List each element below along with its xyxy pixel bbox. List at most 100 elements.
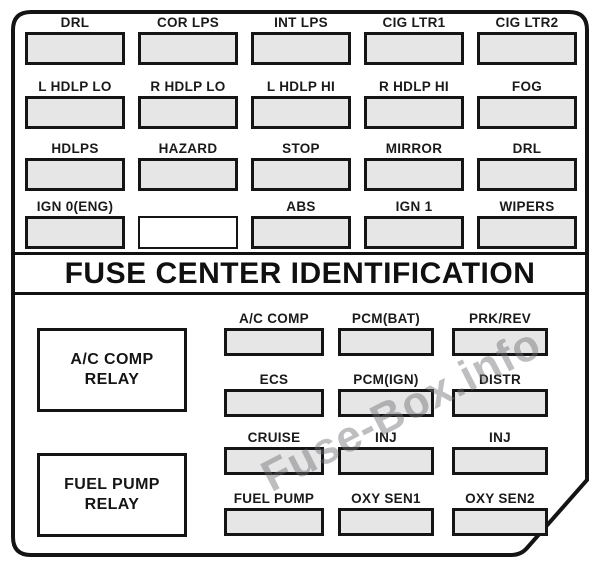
- fuse-slot[interactable]: CIG LTR2: [477, 15, 577, 65]
- fuse-body: [138, 96, 238, 129]
- fuse-slot[interactable]: ECS: [224, 372, 324, 417]
- fuse-body: [452, 447, 548, 475]
- fuse-body: [251, 216, 351, 249]
- fuse-label: IGN 0(ENG): [36, 199, 114, 214]
- fuse-body: [477, 96, 577, 129]
- relay-label-line1: A/C COMP: [70, 351, 154, 368]
- fuse-slot[interactable]: DRL: [25, 15, 125, 65]
- fuse-body: [25, 32, 125, 65]
- fuse-body: [138, 158, 238, 191]
- fuse-body: [364, 32, 464, 65]
- fuse-slot[interactable]: HAZARD: [138, 141, 238, 191]
- fuse-slot[interactable]: MIRROR: [364, 141, 464, 191]
- fuse-body: [452, 508, 548, 536]
- fuse-label: INJ: [489, 430, 511, 445]
- fuse-slot[interactable]: PCM(IGN): [338, 372, 434, 417]
- fuse-body: [364, 216, 464, 249]
- fuse-label: IGN 1: [395, 199, 433, 214]
- fuse-body: [477, 32, 577, 65]
- fuse-label: WIPERS: [499, 199, 555, 214]
- fuse-label: R HDLP HI: [379, 79, 449, 94]
- fuse-label: L HDLP HI: [266, 79, 336, 94]
- fuse-body: [251, 158, 351, 191]
- fuse-label: A/C COMP: [239, 311, 309, 326]
- relay-fuel-pump[interactable]: FUEL PUMP RELAY: [37, 453, 187, 537]
- fuse-slot[interactable]: CIG LTR1: [364, 15, 464, 65]
- fuse-slot[interactable]: HDLPS: [25, 141, 125, 191]
- fuse-label: FOG: [511, 79, 543, 94]
- fuse-label: R HDLP LO: [150, 79, 226, 94]
- fuse-slot[interactable]: FUEL PUMP: [224, 491, 324, 536]
- fuse-body: [251, 96, 351, 129]
- relay-label-line1: FUEL PUMP: [64, 476, 160, 493]
- fuse-slot[interactable]: IGN 1: [364, 199, 464, 249]
- fuse-slot[interactable]: CRUISE: [224, 430, 324, 475]
- fuse-label: HAZARD: [158, 141, 218, 156]
- fuse-label: DISTR: [479, 372, 521, 387]
- fuse-label: MIRROR: [385, 141, 443, 156]
- fuse-slot[interactable]: A/C COMP: [224, 311, 324, 356]
- fuse-label: PRK/REV: [468, 311, 532, 326]
- fuse-slot[interactable]: STOP: [251, 141, 351, 191]
- fuse-label: OXY SEN2: [465, 491, 535, 506]
- fuse-body: [338, 447, 434, 475]
- relay-label-line2: RELAY: [84, 371, 140, 388]
- fuse-body: [338, 389, 434, 417]
- fuse-label: PCM(BAT): [351, 311, 421, 326]
- page-title: FUSE CENTER IDENTIFICATION: [64, 256, 536, 290]
- fuse-body: [224, 447, 324, 475]
- fuse-label: PCM(IGN): [353, 372, 419, 387]
- fuse-body: [25, 96, 125, 129]
- fuse-label: CRUISE: [247, 430, 301, 445]
- fuse-label: DRL: [512, 141, 542, 156]
- fuse-label: STOP: [282, 141, 320, 156]
- fuse-label: CIG LTR1: [382, 15, 446, 30]
- fuse-slot[interactable]: INT LPS: [251, 15, 351, 65]
- fuse-slot[interactable]: R HDLP LO: [138, 79, 238, 129]
- fuse-body: [251, 32, 351, 65]
- fuse-slot[interactable]: IGN 0(ENG): [25, 199, 125, 249]
- fuse-body: [338, 508, 434, 536]
- fuse-slot[interactable]: INJ: [452, 430, 548, 475]
- fuse-label: COR LPS: [156, 15, 220, 30]
- fuse-label: FUEL PUMP: [233, 491, 315, 506]
- fuse-label: INT LPS: [274, 15, 328, 30]
- relay-label-line2: RELAY: [84, 496, 140, 513]
- fuse-label: L HDLP LO: [38, 79, 112, 94]
- fuse-label: CIG LTR2: [495, 15, 559, 30]
- fuse-slot[interactable]: L HDLP LO: [25, 79, 125, 129]
- fuse-label: ECS: [259, 372, 289, 387]
- fuse-slot[interactable]: ABS: [251, 199, 351, 249]
- fuse-slot[interactable]: OXY SEN2: [452, 491, 548, 536]
- fuse-body: [224, 508, 324, 536]
- fuse-slot[interactable]: FOG: [477, 79, 577, 129]
- fuse-slot[interactable]: COR LPS: [138, 15, 238, 65]
- fuse-slot[interactable]: DRL: [477, 141, 577, 191]
- fuse-label: INJ: [375, 430, 397, 445]
- fuse-slot-empty[interactable]: [138, 216, 238, 249]
- fuse-body: [452, 328, 548, 356]
- fuse-body: [452, 389, 548, 417]
- fuse-body: [477, 158, 577, 191]
- fuse-slot[interactable]: L HDLP HI: [251, 79, 351, 129]
- fuse-body: [364, 96, 464, 129]
- fuse-body: [364, 158, 464, 191]
- fuse-label: HDLPS: [51, 141, 99, 156]
- fuse-body: [25, 216, 125, 249]
- fuse-box-diagram: DRL COR LPS INT LPS CIG LTR1 CIG LTR2 L …: [0, 0, 600, 572]
- fuse-slot[interactable]: OXY SEN1: [338, 491, 434, 536]
- fuse-slot[interactable]: WIPERS: [477, 199, 577, 249]
- fuse-label: ABS: [286, 199, 316, 214]
- relay-ac-comp[interactable]: A/C COMP RELAY: [37, 328, 187, 412]
- fuse-slot[interactable]: DISTR: [452, 372, 548, 417]
- fuse-center-identification-band: FUSE CENTER IDENTIFICATION: [12, 252, 588, 295]
- fuse-slot[interactable]: PRK/REV: [452, 311, 548, 356]
- fuse-slot[interactable]: PCM(BAT): [338, 311, 434, 356]
- fuse-slot[interactable]: INJ: [338, 430, 434, 475]
- fuse-body: [138, 216, 238, 249]
- fuse-body: [224, 328, 324, 356]
- fuse-body: [138, 32, 238, 65]
- fuse-slot[interactable]: R HDLP HI: [364, 79, 464, 129]
- fuse-body: [224, 389, 324, 417]
- fuse-label: DRL: [60, 15, 90, 30]
